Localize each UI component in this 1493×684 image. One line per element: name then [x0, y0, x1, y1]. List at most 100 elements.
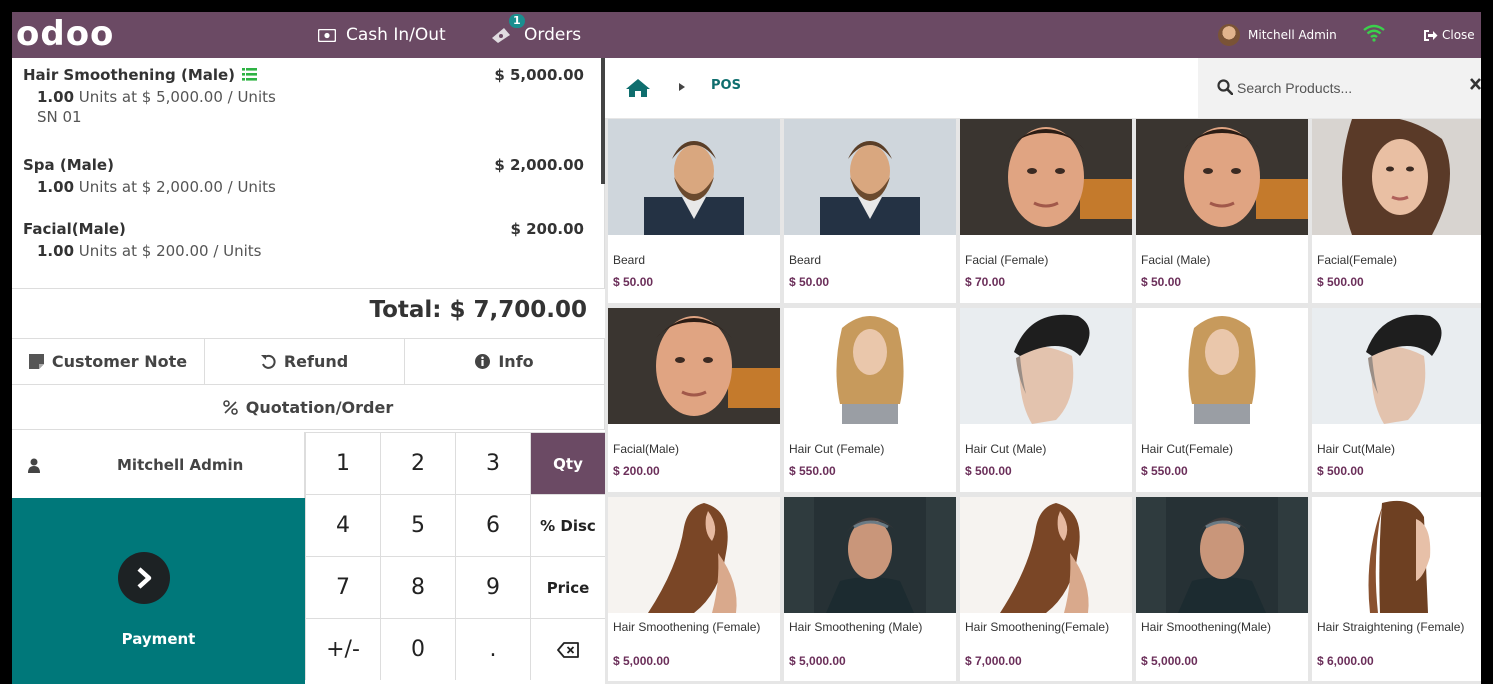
product-price: $ 500.00 — [1317, 275, 1364, 289]
product-price: $ 500.00 — [965, 464, 1012, 478]
user-avatar — [1218, 24, 1240, 46]
product-image — [1136, 308, 1308, 424]
qty-mode-button[interactable]: Qty — [530, 432, 605, 494]
refund-button[interactable]: Refund — [205, 338, 405, 384]
product-card[interactable]: Facial (Male) $ 50.00 — [1136, 119, 1308, 303]
product-grid: Beard $ 50.00 Beard $ 50.00 Facial (Female) $… — [608, 119, 1481, 684]
product-card[interactable]: Hair Cut (Male) $ 500.00 — [960, 308, 1132, 492]
order-line-unit-info: Units at $ 5,000.00 / Units — [78, 88, 276, 106]
product-card[interactable]: Hair Smoothening(Female) $ 7,000.00 — [960, 497, 1132, 681]
product-image — [608, 308, 780, 424]
numpad-key-3[interactable]: 3 — [455, 432, 530, 494]
numpad-key-7[interactable]: 7 — [305, 556, 380, 618]
product-card[interactable]: Hair Cut(Male) $ 500.00 — [1312, 308, 1481, 492]
product-card[interactable]: Hair Cut(Female) $ 550.00 — [1136, 308, 1308, 492]
product-price: $ 550.00 — [789, 464, 836, 478]
numpad-key-2[interactable]: 2 — [380, 432, 455, 494]
product-card[interactable]: Facial(Female) $ 500.00 — [1312, 119, 1481, 303]
product-image — [1312, 497, 1481, 613]
product-image — [960, 119, 1132, 235]
product-name: Hair Cut (Female) — [789, 442, 885, 456]
product-card[interactable]: Hair Smoothening (Male) $ 5,000.00 — [784, 497, 956, 681]
payment-button[interactable]: Payment — [12, 498, 305, 684]
product-price: $ 5,000.00 — [789, 654, 846, 668]
numpad-key-5[interactable]: 5 — [380, 494, 455, 556]
product-price: $ 50.00 — [613, 275, 654, 289]
order-line-price: $ 2,000.00 — [494, 156, 584, 174]
backspace-button[interactable] — [530, 618, 605, 680]
product-name: Hair Smoothening(Female) — [965, 620, 1110, 634]
orders-button[interactable]: 1 Orders — [490, 12, 581, 58]
product-name: Facial(Male) — [613, 442, 680, 456]
product-card[interactable]: Beard $ 50.00 — [608, 119, 780, 303]
product-card[interactable]: Hair Cut (Female) $ 550.00 — [784, 308, 956, 492]
product-card[interactable]: Facial(Male) $ 200.00 — [608, 308, 780, 492]
quotation-order-button[interactable]: Quotation/Order — [12, 384, 605, 430]
product-image — [1136, 119, 1308, 235]
product-price: $ 6,000.00 — [1317, 654, 1374, 668]
customer-button[interactable]: Mitchell Admin — [12, 432, 305, 498]
backspace-icon — [557, 641, 579, 658]
product-name: Hair Smoothening(Male) — [1141, 620, 1272, 634]
product-image — [1312, 308, 1481, 424]
numpad-key-9[interactable]: 9 — [455, 556, 530, 618]
wifi-icon — [1363, 24, 1385, 42]
close-session-button[interactable]: Close — [1423, 12, 1475, 58]
product-name: Facial (Male) — [1141, 253, 1211, 267]
home-icon[interactable] — [625, 78, 651, 98]
product-image — [784, 119, 956, 235]
order-line[interactable]: Facial(Male) $ 200.00 1.00 Units at $ 20… — [12, 220, 592, 272]
product-name: Hair Smoothening (Female) — [613, 620, 761, 634]
product-card[interactable]: Beard $ 50.00 — [784, 119, 956, 303]
product-image — [608, 497, 780, 613]
product-image — [784, 497, 956, 613]
caret-right-icon — [679, 83, 685, 91]
product-image — [1312, 119, 1481, 235]
order-line-name: Spa (Male) — [23, 156, 114, 174]
order-line-details: 1.00 Units at $ 5,000.00 / Units — [37, 88, 276, 106]
list-icon[interactable] — [242, 68, 258, 81]
product-name: Beard — [789, 253, 822, 267]
customer-note-button[interactable]: Customer Note — [12, 338, 205, 384]
order-line[interactable]: Hair Smoothening (Male) $ 5,000.00 1.00 … — [12, 66, 592, 148]
order-panel: Hair Smoothening (Male) $ 5,000.00 1.00 … — [12, 58, 606, 684]
numpad-key-6[interactable]: 6 — [455, 494, 530, 556]
product-card[interactable]: Hair Smoothening (Female) $ 5,000.00 — [608, 497, 780, 681]
discount-mode-button[interactable]: % Disc — [530, 494, 605, 556]
numpad-key-1[interactable]: 1 — [305, 432, 380, 494]
product-price: $ 7,000.00 — [965, 654, 1022, 668]
numpad-key-plus-minus[interactable]: +/- — [305, 618, 380, 680]
price-mode-button[interactable]: Price — [530, 556, 605, 618]
numpad-key-8[interactable]: 8 — [380, 556, 455, 618]
info-button[interactable]: Info — [405, 338, 605, 384]
search-icon — [1217, 79, 1233, 95]
numpad-key-0[interactable]: 0 — [380, 618, 455, 680]
search-input[interactable] — [1237, 76, 1457, 100]
cash-in-out-button[interactable]: Cash In/Out — [318, 12, 446, 58]
order-line-qty: 1.00 — [37, 178, 75, 196]
product-image — [1136, 497, 1308, 613]
undo-icon — [260, 354, 276, 369]
product-image — [960, 497, 1132, 613]
product-card[interactable]: Facial (Female) $ 70.00 — [960, 119, 1132, 303]
close-icon[interactable] — [1470, 78, 1481, 90]
product-price: $ 5,000.00 — [613, 654, 670, 668]
numpad-key-4[interactable]: 4 — [305, 494, 380, 556]
refund-label: Refund — [283, 352, 349, 371]
product-name: Facial (Female) — [965, 253, 1049, 267]
order-line-name: Hair Smoothening (Male) — [23, 66, 236, 84]
order-total-row: Total: $ 7,700.00 — [12, 288, 605, 338]
numpad-key-dot[interactable]: . — [455, 618, 530, 680]
user-menu[interactable]: Mitchell Admin — [1218, 12, 1337, 58]
close-label: Close — [1442, 28, 1475, 42]
product-name: Beard — [613, 253, 646, 267]
product-image — [608, 119, 780, 235]
order-line[interactable]: Spa (Male) $ 2,000.00 1.00 Units at $ 2,… — [12, 156, 592, 208]
product-name: Hair Cut(Male) — [1317, 442, 1396, 456]
quotation-order-label: Quotation/Order — [245, 397, 394, 417]
info-label: Info — [498, 352, 534, 371]
product-card[interactable]: Hair Straightening (Female) $ 6,000.00 — [1312, 497, 1481, 681]
breadcrumb-pos[interactable]: POS — [711, 78, 741, 93]
payment-label: Payment — [121, 630, 196, 648]
product-card[interactable]: Hair Smoothening(Male) $ 5,000.00 — [1136, 497, 1308, 681]
